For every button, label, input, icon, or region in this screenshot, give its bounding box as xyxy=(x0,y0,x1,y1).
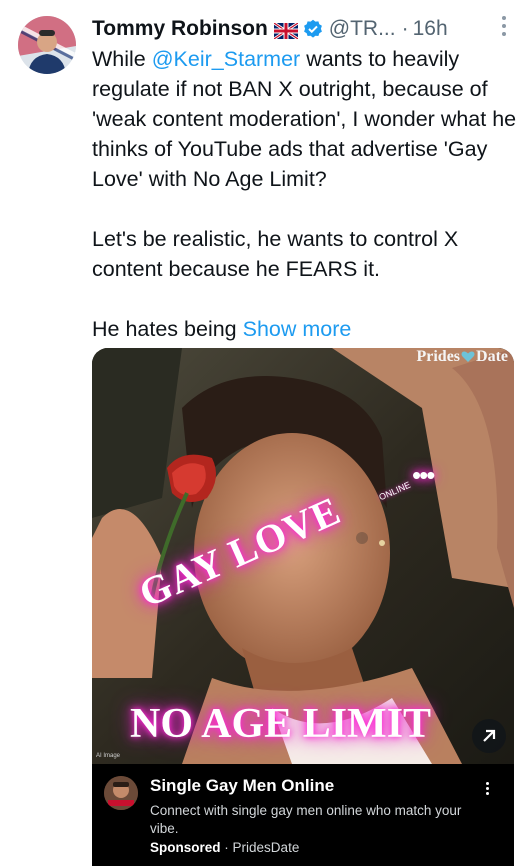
meta-separator: · xyxy=(224,840,229,855)
sponsored-label: Sponsored xyxy=(150,840,221,855)
ad-title[interactable]: Single Gay Men Online xyxy=(150,776,334,796)
brand-name-right: Date xyxy=(476,348,508,365)
brand-name-left: Prides xyxy=(416,348,461,365)
author-avatar[interactable] xyxy=(18,16,76,74)
tweet-text: While @Keir_Starmer wants to heavily reg… xyxy=(92,44,524,344)
tweet-text-body: wants to heavily regulate if not BAN X o… xyxy=(92,47,517,341)
external-link-arrow-icon[interactable] xyxy=(472,719,506,753)
tweet-header: Tommy Robinson @TR... · 16h xyxy=(92,14,448,44)
mention-link[interactable]: @Keir_Starmer xyxy=(152,47,300,71)
author-handle[interactable]: @TR... xyxy=(329,17,396,41)
ad-more-options-icon[interactable] xyxy=(482,780,492,800)
uk-flag-icon xyxy=(272,21,299,41)
heart-logo-icon xyxy=(461,351,475,362)
header-separator: · xyxy=(401,17,409,40)
brand-logo: Prides Date xyxy=(416,348,508,366)
ad-card[interactable]: Prides Date GAY LOVE ONLINE ••• NO AGE L… xyxy=(92,348,514,866)
tweet-timestamp[interactable]: 16h xyxy=(413,17,448,41)
advertiser-avatar[interactable] xyxy=(104,776,138,810)
show-more-link[interactable]: Show more xyxy=(243,317,352,341)
author-name[interactable]: Tommy Robinson xyxy=(92,17,268,41)
overlay-dots: ••• xyxy=(412,460,435,490)
advertiser-name[interactable]: PridesDate xyxy=(233,840,300,855)
tweet-text-start: While xyxy=(92,47,152,71)
ad-meta: Sponsored · PridesDate xyxy=(150,840,299,855)
ad-footer[interactable]: Single Gay Men Online Connect with singl… xyxy=(92,764,514,866)
verified-badge-icon xyxy=(303,19,323,39)
overlay-no-age-limit: NO AGE LIMIT xyxy=(130,701,432,747)
ad-description: Connect with single gay men online who m… xyxy=(150,803,462,836)
more-options-icon[interactable] xyxy=(496,12,512,40)
ai-image-label: AI Image xyxy=(96,753,121,759)
